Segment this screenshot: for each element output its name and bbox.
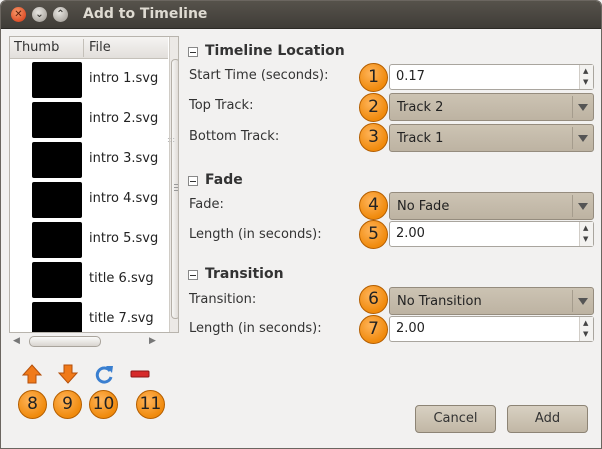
section-heading-transition: Transition <box>205 266 284 282</box>
start-time-label: Start Time (seconds): <box>189 68 329 83</box>
callout-badge: 9 <box>53 390 82 419</box>
chevron-down-icon <box>572 290 592 312</box>
bottom-track-select[interactable]: Track 1 <box>389 124 594 152</box>
transition-value: No Transition <box>397 294 482 309</box>
transition-length-field[interactable]: 2.00 ▲ ▼ <box>389 316 594 342</box>
callout-badge: 7 <box>359 315 388 344</box>
list-item[interactable]: intro 5.svg <box>10 220 168 260</box>
list-item[interactable]: intro 2.svg <box>10 100 168 140</box>
callout-badge: 5 <box>359 220 388 249</box>
section-heading-fade: Fade <box>205 172 243 188</box>
scroll-left-icon[interactable]: ◀ <box>13 336 20 346</box>
refresh-icon[interactable] <box>93 363 115 385</box>
spin-arrows[interactable]: ▲ ▼ <box>579 317 593 341</box>
file-name: intro 5.svg <box>89 231 159 246</box>
maximize-window-button[interactable]: ⌃ <box>53 7 68 22</box>
callout-badge: 1 <box>359 63 388 92</box>
file-name: title 7.svg <box>89 311 154 326</box>
start-time-value: 0.17 <box>396 69 425 84</box>
section-heading-timeline-location: Timeline Location <box>205 43 345 59</box>
thumbnail-image <box>32 182 82 218</box>
file-list[interactable]: Thumb File intro 1.svg intro 2.svg intro… <box>9 36 179 333</box>
collapse-fade-icon[interactable] <box>188 176 198 186</box>
minimize-window-button[interactable]: ⌄ <box>32 7 47 22</box>
callout-badge: 2 <box>359 93 388 122</box>
remove-icon[interactable] <box>129 363 151 385</box>
fade-select[interactable]: No Fade <box>389 192 594 220</box>
fade-value: No Fade <box>397 199 450 214</box>
thumbnail-image <box>32 222 82 258</box>
add-to-timeline-dialog: ✕ ⌄ ⌃ Add to Timeline Thumb File intro 1… <box>0 0 602 449</box>
file-name: intro 4.svg <box>89 191 159 206</box>
add-button[interactable]: Add <box>507 405 588 433</box>
transition-select[interactable]: No Transition <box>389 287 594 315</box>
fade-length-label: Length (in seconds): <box>189 227 322 242</box>
callout-badge: 11 <box>136 390 165 419</box>
callout-badge: 4 <box>359 191 388 220</box>
list-item[interactable]: title 6.svg <box>10 260 168 300</box>
fade-length-field[interactable]: 2.00 ▲ ▼ <box>389 221 594 247</box>
chevron-down-icon <box>572 127 592 149</box>
file-name: intro 2.svg <box>89 111 159 126</box>
list-item[interactable]: intro 3.svg <box>10 140 168 180</box>
scroll-right-icon[interactable]: ▶ <box>149 336 156 346</box>
fade-length-value: 2.00 <box>396 226 425 241</box>
fade-label: Fade: <box>189 197 224 212</box>
file-name: intro 1.svg <box>89 71 159 86</box>
file-rows: intro 1.svg intro 2.svg intro 3.svg intr… <box>10 60 168 332</box>
file-name: title 6.svg <box>89 271 154 286</box>
thumbnail-image <box>32 62 82 98</box>
column-separator <box>83 39 84 57</box>
chevron-down-icon <box>572 96 592 118</box>
scrollbar-thumb[interactable] <box>171 59 178 319</box>
callout-badge: 6 <box>359 285 388 314</box>
close-window-button[interactable]: ✕ <box>11 7 26 22</box>
thumbnail-image <box>32 262 82 298</box>
pane-splitter[interactable]: ⋯ ⋯ <box>167 135 175 147</box>
bottom-track-value: Track 1 <box>397 131 444 146</box>
list-item[interactable]: intro 4.svg <box>10 180 168 220</box>
thumbnail-image <box>32 102 82 138</box>
arrow-up-icon[interactable] <box>21 363 43 385</box>
chevron-down-icon <box>572 195 592 217</box>
horizontal-scrollbar-thumb[interactable] <box>29 336 101 347</box>
column-header-file[interactable]: File <box>89 40 111 55</box>
list-item[interactable]: title 7.svg <box>10 300 168 332</box>
window-title: Add to Timeline <box>83 6 208 22</box>
start-time-field[interactable]: 0.17 ▲ ▼ <box>389 64 594 90</box>
vertical-scrollbar[interactable] <box>169 37 178 332</box>
title-bar: ✕ ⌄ ⌃ Add to Timeline <box>1 1 601 29</box>
spin-arrows[interactable]: ▲ ▼ <box>579 222 593 246</box>
transition-length-label: Length (in seconds): <box>189 321 322 336</box>
spin-arrows[interactable]: ▲ ▼ <box>579 65 593 89</box>
top-track-label: Top Track: <box>189 98 254 113</box>
collapse-timeline-location-icon[interactable] <box>188 47 198 57</box>
thumbnail-image <box>32 302 82 332</box>
callout-badge: 3 <box>359 123 388 152</box>
horizontal-scrollbar[interactable]: ◀ ▶ <box>9 335 179 349</box>
file-list-header: Thumb File <box>10 37 168 59</box>
column-header-thumb[interactable]: Thumb <box>14 40 59 55</box>
bottom-track-label: Bottom Track: <box>189 129 280 144</box>
thumbnail-image <box>32 142 82 178</box>
cancel-button[interactable]: Cancel <box>415 405 496 433</box>
list-item[interactable]: intro 1.svg <box>10 60 168 100</box>
callout-badge: 8 <box>18 390 47 419</box>
transition-label: Transition: <box>189 292 257 307</box>
file-name: intro 3.svg <box>89 151 159 166</box>
collapse-transition-icon[interactable] <box>188 270 198 280</box>
callout-badge: 10 <box>89 390 118 419</box>
transition-length-value: 2.00 <box>396 321 425 336</box>
top-track-value: Track 2 <box>397 100 444 115</box>
arrow-down-icon[interactable] <box>57 363 79 385</box>
top-track-select[interactable]: Track 2 <box>389 93 594 121</box>
